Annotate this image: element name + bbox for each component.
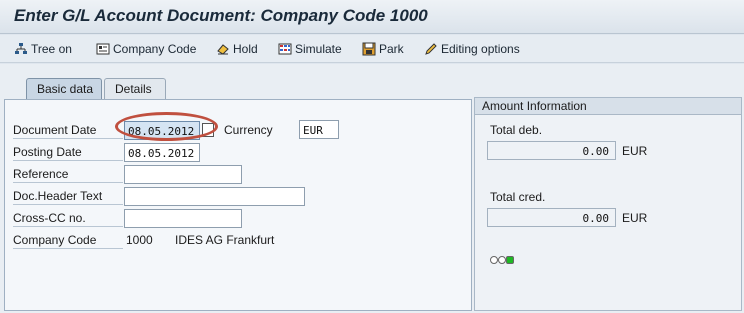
tab-details[interactable]: Details bbox=[104, 78, 166, 99]
park-button[interactable]: Park bbox=[362, 39, 404, 59]
total-cred-currency: EUR bbox=[622, 211, 648, 225]
label-underline bbox=[13, 138, 123, 139]
company-name-value: IDES AG Frankfurt bbox=[175, 233, 275, 247]
editing-options-label: Editing options bbox=[441, 42, 520, 56]
hold-icon bbox=[217, 44, 229, 55]
park-icon bbox=[362, 42, 376, 56]
company-code-icon bbox=[96, 43, 110, 55]
label-underline bbox=[13, 182, 123, 183]
reference-label: Reference bbox=[13, 167, 69, 181]
cross-cc-no-label: Cross-CC no. bbox=[13, 211, 86, 225]
company-code-value: 1000 bbox=[126, 233, 153, 247]
posting-date-input[interactable]: 08.05.2012 bbox=[124, 143, 200, 162]
light-green bbox=[506, 256, 514, 264]
calendar-icon[interactable] bbox=[202, 123, 214, 137]
total-deb-label: Total deb. bbox=[490, 123, 543, 137]
basic-data-panel: Document Date 08.05.2012 Currency EUR Po… bbox=[4, 99, 472, 311]
simulate-label: Simulate bbox=[295, 42, 342, 56]
tab-basic-data[interactable]: Basic data bbox=[26, 78, 102, 99]
doc-header-text-label: Doc.Header Text bbox=[13, 189, 103, 203]
document-date-label: Document Date bbox=[13, 123, 97, 137]
main-area: Basic data Details Document Date 08.05.2… bbox=[0, 64, 744, 313]
posting-date-label: Posting Date bbox=[13, 145, 82, 159]
label-underline bbox=[13, 248, 123, 249]
hold-label: Hold bbox=[233, 42, 258, 56]
light-off bbox=[498, 256, 506, 264]
company-code-field-label: Company Code bbox=[13, 233, 97, 247]
company-code-label: Company Code bbox=[113, 42, 197, 56]
reference-input[interactable] bbox=[124, 165, 242, 184]
total-deb-currency: EUR bbox=[622, 144, 648, 158]
amount-information-title: Amount Information bbox=[475, 98, 741, 115]
editing-options-button[interactable]: Editing options bbox=[424, 39, 520, 59]
cross-cc-no-input[interactable] bbox=[124, 209, 242, 228]
label-underline bbox=[13, 160, 123, 161]
label-underline bbox=[13, 226, 123, 227]
label-underline bbox=[13, 204, 123, 205]
amount-information-panel: Amount Information Total deb. 0.00 EUR T… bbox=[474, 97, 742, 311]
hold-button[interactable]: Hold bbox=[216, 39, 258, 59]
traffic-light-icon bbox=[490, 256, 514, 264]
tree-on-button[interactable]: Tree on bbox=[14, 39, 72, 59]
company-code-button[interactable]: Company Code bbox=[96, 39, 196, 59]
currency-label: Currency bbox=[224, 123, 273, 137]
application-toolbar: Tree on Company Code Hold Simulate Park … bbox=[0, 35, 744, 63]
currency-input[interactable]: EUR bbox=[299, 120, 339, 139]
pencil-icon bbox=[425, 43, 437, 55]
tree-on-label: Tree on bbox=[31, 42, 72, 56]
total-deb-field: 0.00 bbox=[487, 141, 616, 160]
tree-icon bbox=[15, 43, 27, 54]
title-bar: Enter G/L Account Document: Company Code… bbox=[0, 0, 744, 34]
total-cred-field: 0.00 bbox=[487, 208, 616, 227]
document-date-input[interactable]: 08.05.2012 bbox=[124, 121, 200, 140]
window-title: Enter G/L Account Document: Company Code… bbox=[14, 6, 428, 25]
park-label: Park bbox=[379, 42, 404, 56]
simulate-icon bbox=[278, 43, 292, 55]
total-cred-label: Total cred. bbox=[490, 190, 546, 204]
light-off bbox=[490, 256, 498, 264]
doc-header-text-input[interactable] bbox=[124, 187, 305, 206]
simulate-button[interactable]: Simulate bbox=[278, 39, 342, 59]
